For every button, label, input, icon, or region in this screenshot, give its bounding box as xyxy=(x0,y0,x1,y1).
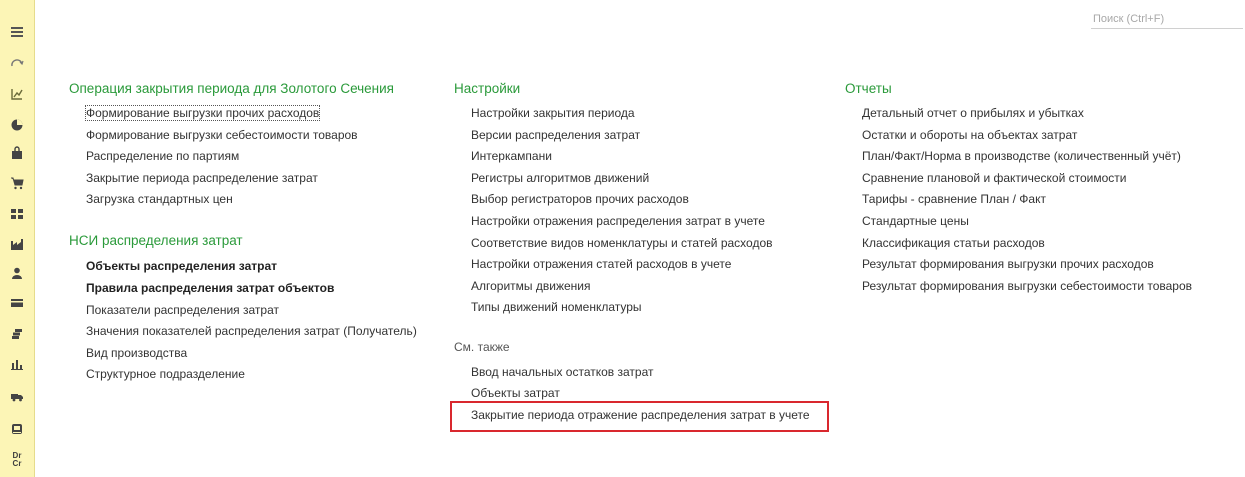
link-plan-actual-cost-comparison[interactable]: Сравнение плановой и фактической стоимос… xyxy=(862,171,1127,185)
card-icon[interactable] xyxy=(0,292,34,314)
link-cost-export-result[interactable]: Результат формирования выгрузки себестои… xyxy=(862,279,1192,293)
link-batch-distribution[interactable]: Распределение по партиям xyxy=(86,149,239,163)
link-expense-export-result[interactable]: Результат формирования выгрузки прочих р… xyxy=(862,257,1154,271)
section-title-period-closing: Операция закрытия периода для Золотого С… xyxy=(69,81,394,96)
section-title-cost-nsi: НСИ распределения затрат xyxy=(69,233,243,248)
link-expense-classification[interactable]: Классификация статьи расходов xyxy=(862,236,1045,250)
link-algorithm-registers[interactable]: Регистры алгоритмов движений xyxy=(471,171,649,185)
see-also-title: См. также xyxy=(454,340,510,354)
cart-icon[interactable] xyxy=(0,172,34,194)
section-title-reports: Отчеты xyxy=(845,81,892,96)
link-distribution-rules[interactable]: Правила распределения затрат объектов xyxy=(86,281,334,295)
person-icon[interactable] xyxy=(0,262,34,284)
section-title-settings: Настройки xyxy=(454,81,521,96)
link-movement-algorithms[interactable]: Алгоритмы движения xyxy=(471,279,590,293)
link-tariffs-plan-fact[interactable]: Тарифы - сравнение План / Факт xyxy=(862,192,1046,206)
link-period-closing-distribution[interactable]: Закрытие периода распределение затрат xyxy=(86,171,318,185)
link-standard-prices[interactable]: Стандартные цены xyxy=(862,214,969,228)
pie-chart-icon[interactable] xyxy=(0,114,34,136)
link-closing-settings[interactable]: Настройки закрытия периода xyxy=(471,106,635,120)
history-icon[interactable] xyxy=(0,53,34,75)
link-cost-object-balances[interactable]: Остатки и обороты на объектах затрат xyxy=(862,128,1077,142)
link-nomenclature-movement-types[interactable]: Типы движений номенклатуры xyxy=(471,300,642,314)
link-distribution-reflection-settings[interactable]: Настройки отражения распределения затрат… xyxy=(471,214,765,228)
bag-icon[interactable] xyxy=(0,142,34,164)
bar-chart-icon[interactable] xyxy=(0,353,34,375)
link-cost-objects[interactable]: Объекты затрат xyxy=(471,386,560,400)
link-production-type[interactable]: Вид производства xyxy=(86,346,187,360)
link-cost-export[interactable]: Формирование выгрузки себестоимости това… xyxy=(86,128,358,142)
link-opening-balances[interactable]: Ввод начальных остатков затрат xyxy=(471,365,654,379)
highlight-callout xyxy=(450,401,829,432)
menu-icon[interactable] xyxy=(0,21,34,43)
sidebar: Dr Cr xyxy=(0,0,35,477)
link-nomenclature-expense-mapping[interactable]: Соответствие видов номенклатуры и статей… xyxy=(471,236,773,250)
link-indicator-values[interactable]: Значения показателей распределения затра… xyxy=(86,324,417,338)
link-expense-export[interactable]: Формирование выгрузки прочих расходов xyxy=(84,105,321,121)
link-distribution-versions[interactable]: Версии распределения затрат xyxy=(471,128,640,142)
coins-icon[interactable] xyxy=(0,323,34,345)
link-distribution-objects[interactable]: Объекты распределения затрат xyxy=(86,259,277,273)
link-profit-loss-report[interactable]: Детальный отчет о прибылях и убытках xyxy=(862,106,1084,120)
link-expense-registrators[interactable]: Выбор регистраторов прочих расходов xyxy=(471,192,689,206)
truck-icon[interactable] xyxy=(0,385,34,407)
link-standard-prices-load[interactable]: Загрузка стандартных цен xyxy=(86,192,233,206)
bank-icon[interactable] xyxy=(0,418,34,440)
link-intercompany[interactable]: Интеркампани xyxy=(471,149,552,163)
grid-icon[interactable] xyxy=(0,203,34,225)
link-distribution-indicators[interactable]: Показатели распределения затрат xyxy=(86,303,279,317)
search-input[interactable] xyxy=(1091,10,1243,29)
chart-edit-icon[interactable] xyxy=(0,83,34,105)
link-structural-unit[interactable]: Структурное подразделение xyxy=(86,367,245,381)
link-plan-fact-norm[interactable]: План/Факт/Норма в производстве (количест… xyxy=(862,149,1181,163)
link-expense-reflection-settings[interactable]: Настройки отражения статей расходов в уч… xyxy=(471,257,731,271)
factory-icon[interactable] xyxy=(0,233,34,255)
debit-credit-icon[interactable]: Dr Cr xyxy=(0,448,34,472)
